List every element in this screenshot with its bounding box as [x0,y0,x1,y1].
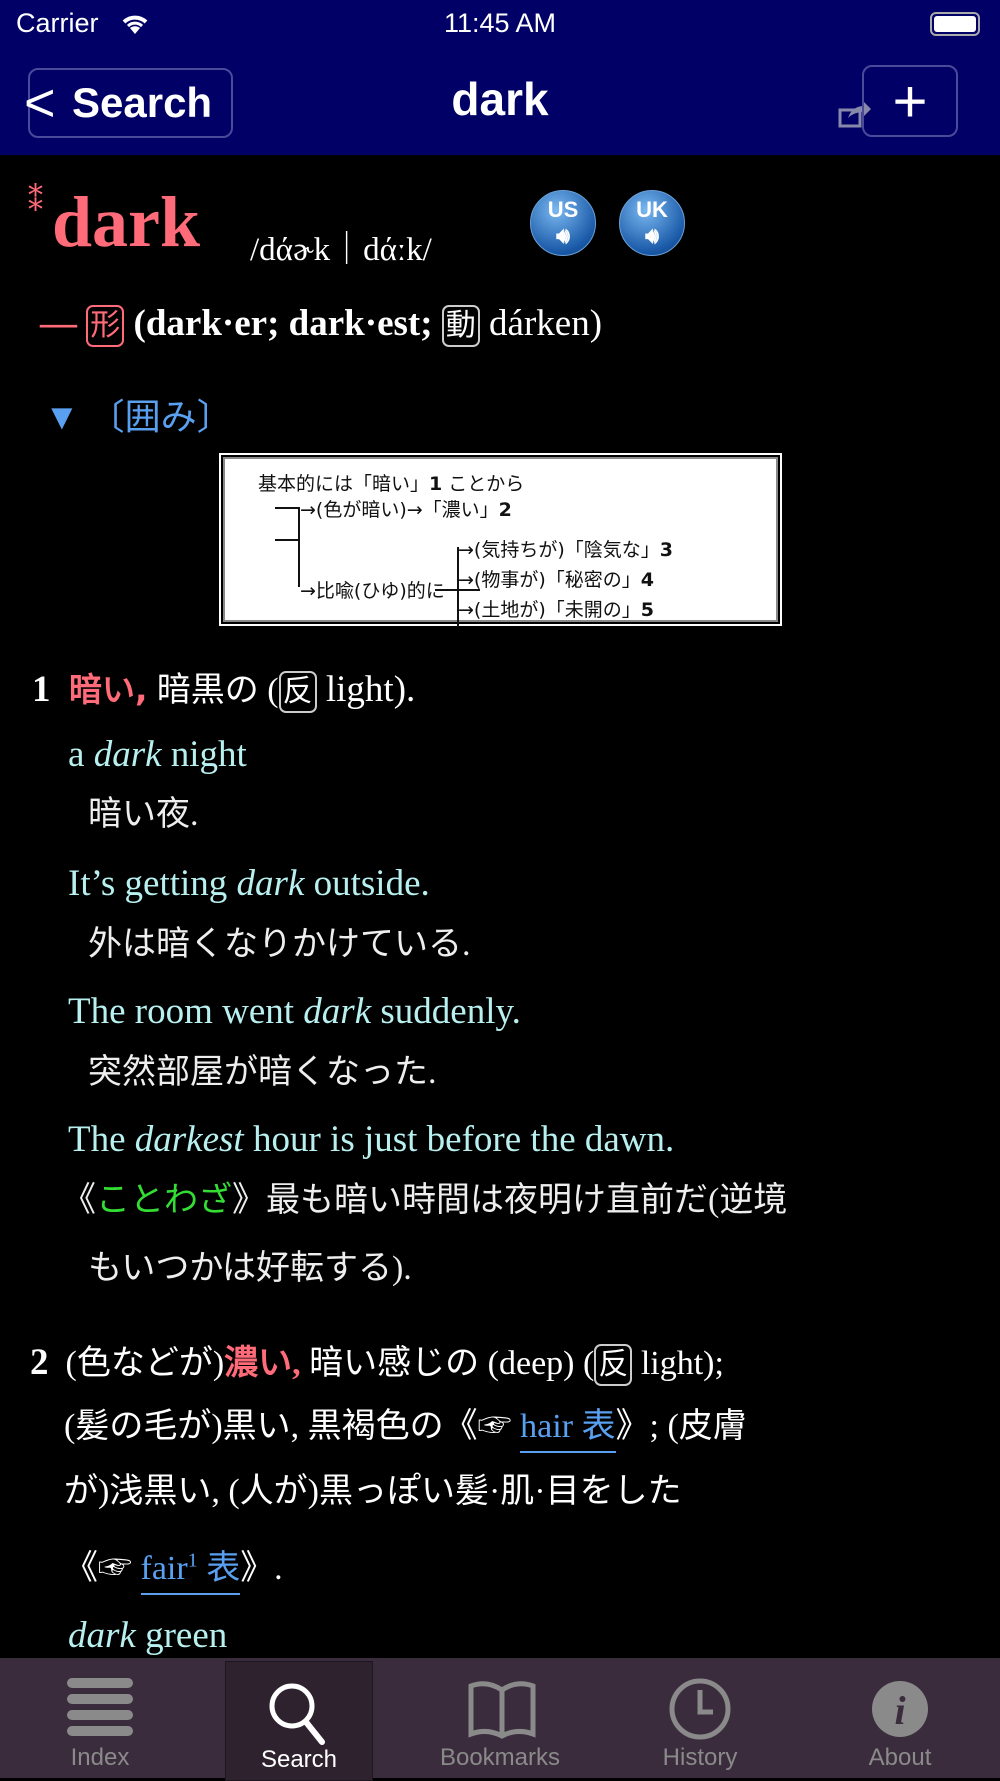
tab-search[interactable]: Search [225,1661,373,1781]
antonym-tag: 反 [278,671,317,713]
proverb-tag: ことわざ [96,1182,232,1219]
audio-uk-button[interactable]: UK 🔊︎ [619,190,685,256]
antonym-tag: 反 [594,1344,633,1386]
battery-icon [930,12,980,36]
info-icon: i [872,1681,928,1737]
clock-icon [669,1678,731,1740]
pos-verb-tag: 動 [441,305,480,347]
tab-bookmarks[interactable]: Bookmarks [400,1658,600,1778]
speaker-icon: 🔊︎ [645,223,659,248]
sense-2-line: が)浅黒い, (人が)黒っぽい髪·肌·目をした [64,1473,682,1510]
pronunciation: /dάɚk｜dάːk/ [250,232,432,268]
status-bar: Carrier 11:45 AM [0,0,1000,50]
sense-2: 2 (色などが)濃い, 暗い感じの (deep) (反 light); [30,1335,724,1386]
example-translation: 暗い夜. [88,796,199,833]
example-translation: 突然部屋が暗くなった. [88,1054,437,1091]
tab-index[interactable]: Index [0,1658,200,1778]
pos-adjective-tag: 形 [86,305,125,347]
frequency-stars: ⁑ [28,185,43,218]
tab-about[interactable]: i About [800,1658,1000,1778]
navigation-bar: < Search dark + [0,50,1000,155]
triangle-down-icon: ▼ [44,397,80,437]
search-icon [269,1683,325,1745]
example-translation-cont: もいつかは好転する). [88,1250,412,1287]
example-translation: 外は暗くなりかけている. [88,926,471,963]
speaker-icon: 🔊︎ [556,223,570,248]
headword: dark [52,182,201,262]
book-icon [468,1681,536,1739]
audio-us-button[interactable]: US 🔊︎ [530,190,596,256]
example-translation: 《ことわざ》最も暗い時間は夜明け直前だ(逆境 [62,1182,788,1219]
sense-1: 1 暗い, 暗黒の (反 light). [32,662,415,713]
example-sentence: The room went dark suddenly. [68,991,521,1032]
add-bookmark-button[interactable]: + [862,65,958,137]
fair-table-link[interactable]: fair1 表 [140,1550,241,1595]
tab-history[interactable]: History [600,1658,800,1778]
clock: 11:45 AM [443,8,557,38]
list-icon [67,1678,133,1736]
part-of-speech-line: — 形 (dark·er; dark·est; 動 dárken) [40,302,602,347]
sense-2-line: (髪の毛が)黒い, 黒褐色の《☞ hair 表》; (皮膚 [64,1398,747,1453]
meaning-diagram: 基本的には「暗い」1 ことから →(色が暗い)→「濃い」2 →比喩(ひゆ)的に … [219,453,782,627]
example-sentence: dark green [68,1615,228,1656]
hair-table-link[interactable]: hair 表 [520,1408,616,1453]
tab-bar: Index Search Bookmarks History i About [0,1658,1000,1781]
example-sentence: The darkest hour is just before the dawn… [68,1119,675,1160]
sense-2-line: 《☞ fair1 表》. [64,1540,283,1595]
svg-text:i: i [894,1688,905,1733]
box-toggle[interactable]: ▼ 〔囲み〕 [44,388,233,440]
example-sentence: It’s getting dark outside. [68,863,430,904]
example-sentence: a dark night [68,734,247,775]
